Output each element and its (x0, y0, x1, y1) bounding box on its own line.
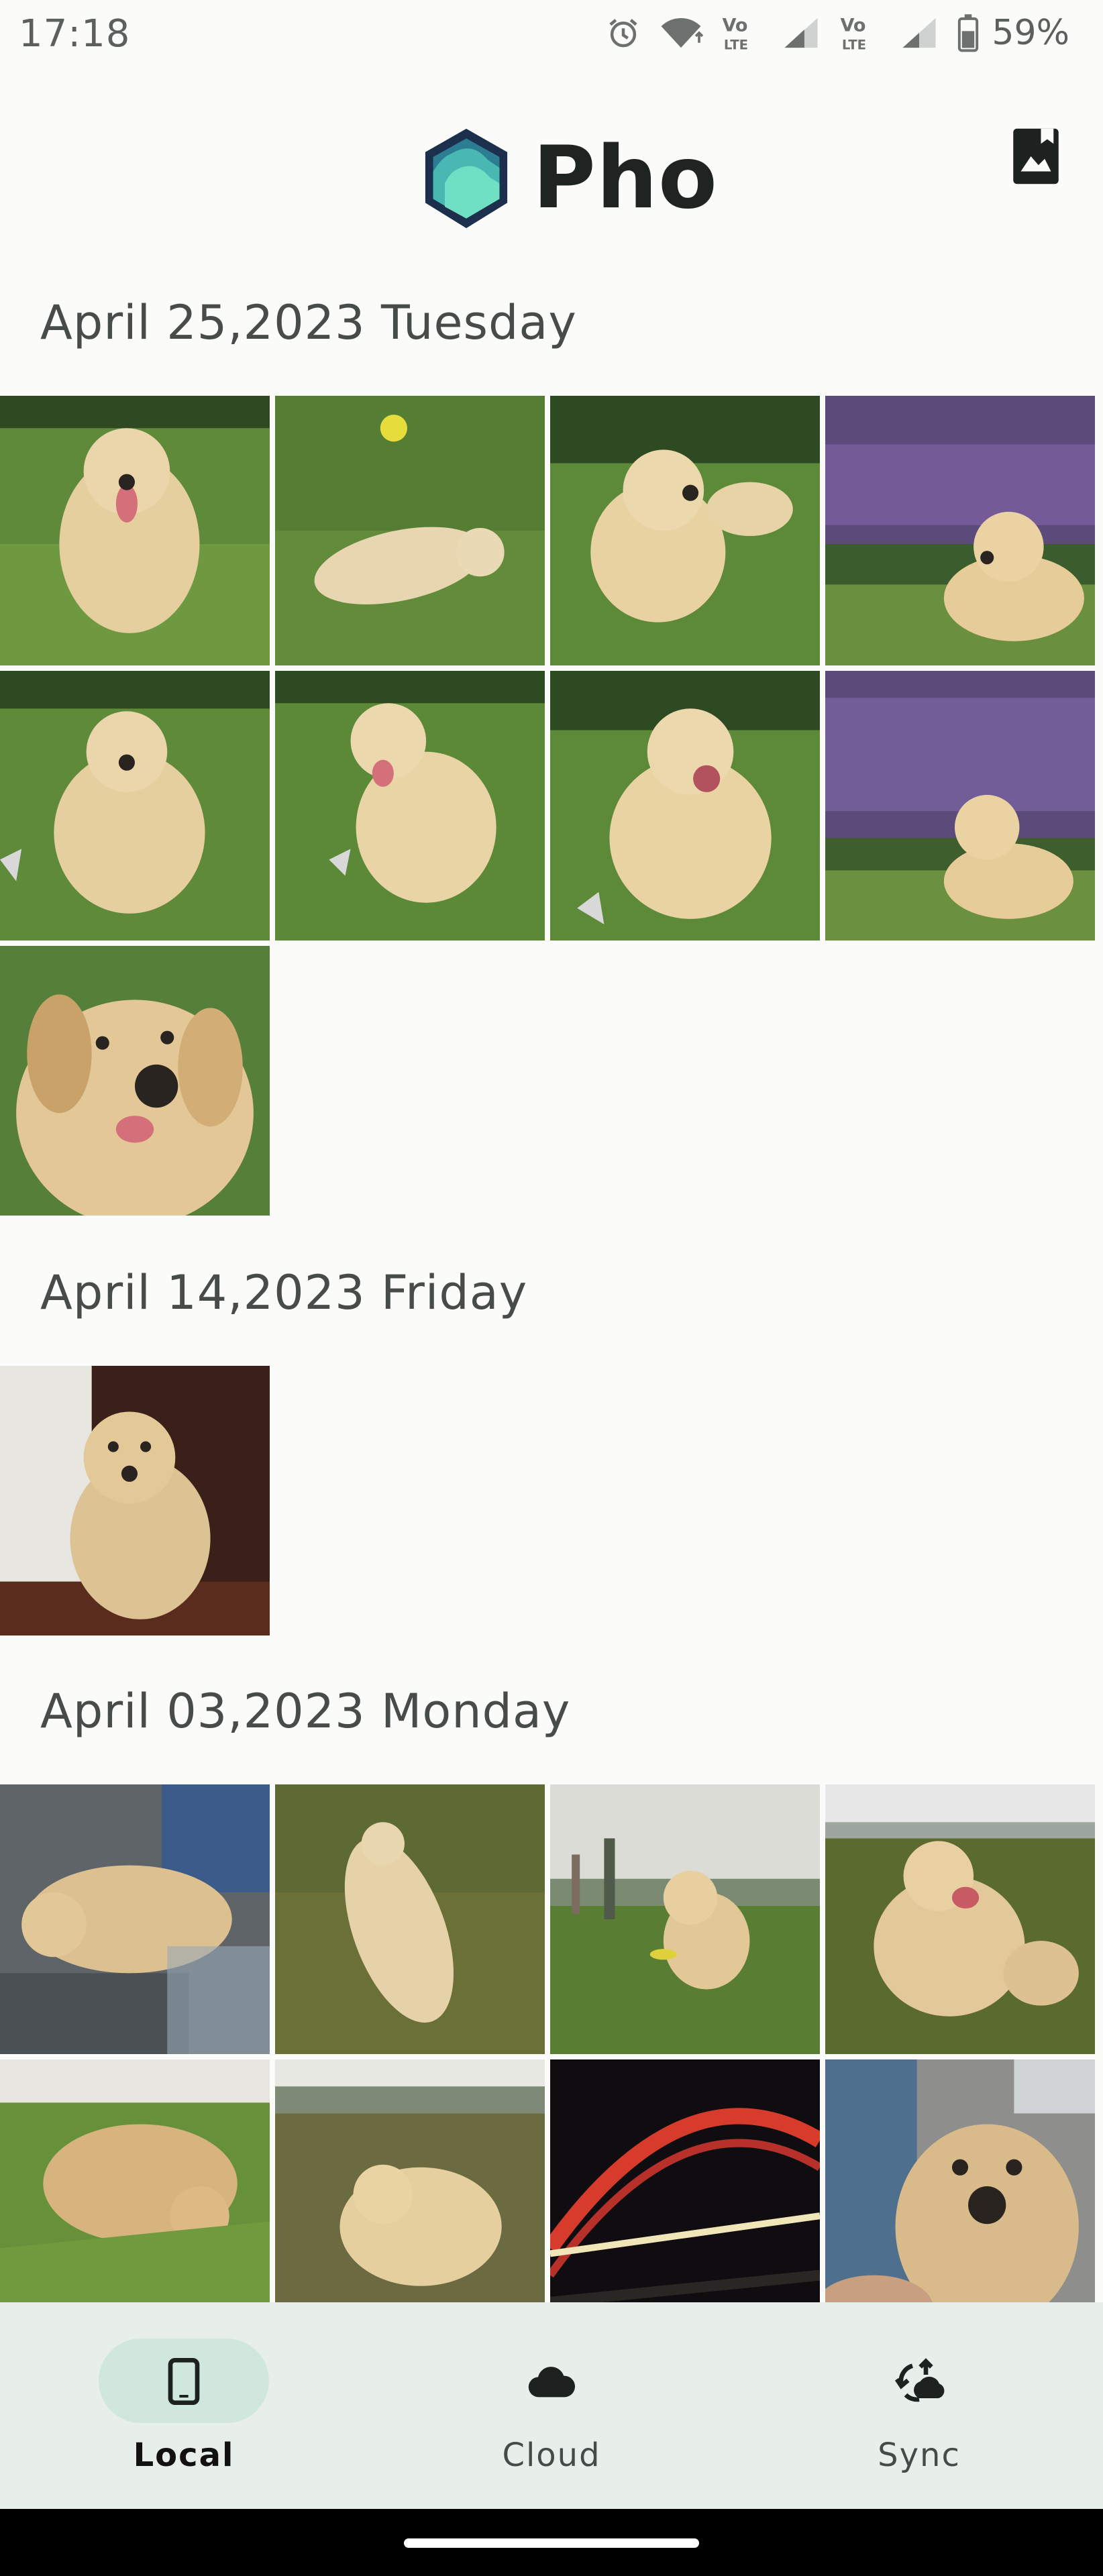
alarm-icon (609, 19, 638, 48)
nav-item-sync[interactable]: Sync (735, 2302, 1103, 2509)
pho-logo-icon (425, 128, 508, 229)
bookmark-image-icon (1013, 128, 1059, 184)
photo-thumbnail[interactable] (0, 2059, 270, 2302)
section-date-header: April 14,2023 Friday (40, 1265, 528, 1320)
signal-icon (784, 17, 818, 48)
status-icons: Vo LTE Vo LTE 59% (605, 9, 1069, 56)
sync-icon (894, 2358, 945, 2402)
photo-thumbnail[interactable] (0, 671, 270, 941)
photo-thumbnail[interactable] (550, 2059, 820, 2302)
photo-thumbnail[interactable] (825, 2059, 1095, 2302)
photo-thumbnail[interactable] (825, 1784, 1095, 2054)
photo-grid (0, 1366, 1103, 1635)
status-time: 17:18 (19, 12, 131, 56)
nav-label-cloud: Cloud (502, 2436, 601, 2474)
home-gesture-handle[interactable] (404, 2538, 699, 2548)
photo-thumbnail[interactable] (550, 396, 820, 665)
svg-text:LTE: LTE (842, 38, 866, 53)
photo-grid (0, 396, 1103, 1218)
nav-item-cloud[interactable]: Cloud (368, 2302, 735, 2509)
section-date-header: April 03,2023 Monday (40, 1684, 571, 1739)
nav-label-local: Local (133, 2436, 235, 2474)
photo-thumbnail[interactable] (825, 396, 1095, 665)
svg-text:Vo: Vo (841, 15, 866, 36)
system-gesture-bar (0, 2509, 1103, 2576)
svg-text:Vo: Vo (723, 15, 748, 36)
section-date-header: April 25,2023 Tuesday (40, 295, 577, 350)
photo-thumbnail[interactable] (275, 1784, 545, 2054)
signal-icon-2 (902, 17, 936, 48)
bottom-navigation: Local Cloud Sync (0, 2302, 1103, 2509)
photo-thumbnail[interactable] (0, 946, 270, 1216)
saved-photos-button[interactable] (1010, 126, 1061, 186)
battery-percentage: 59% (992, 13, 1069, 53)
cloud-icon (528, 2367, 576, 2398)
battery-icon (958, 14, 979, 52)
photo-thumbnail[interactable] (275, 396, 545, 665)
photo-grid (0, 1784, 1103, 2302)
nav-item-local[interactable]: Local (0, 2302, 368, 2509)
volte-icon: Vo LTE (723, 15, 749, 53)
photo-thumbnail[interactable] (275, 2059, 545, 2302)
photo-thumbnail[interactable] (0, 396, 270, 665)
photo-thumbnail[interactable] (275, 671, 545, 941)
status-bar: 17:18 Vo LTE Vo LTE 59% (0, 0, 1103, 74)
volte-icon-2: Vo LTE (841, 15, 867, 53)
wifi-icon (661, 18, 704, 48)
photo-thumbnail[interactable] (0, 1784, 270, 2054)
photo-thumbnail[interactable] (825, 671, 1095, 941)
app-title: Pho (533, 128, 718, 228)
phone-icon (168, 2358, 200, 2405)
photo-thumbnail[interactable] (550, 1784, 820, 2054)
photo-thumbnail[interactable] (550, 671, 820, 941)
photo-thumbnail[interactable] (0, 1366, 270, 1635)
svg-text:LTE: LTE (724, 38, 748, 53)
nav-label-sync: Sync (878, 2436, 961, 2474)
app-logo: Pho (416, 125, 718, 232)
app-header: Pho (0, 101, 1103, 262)
